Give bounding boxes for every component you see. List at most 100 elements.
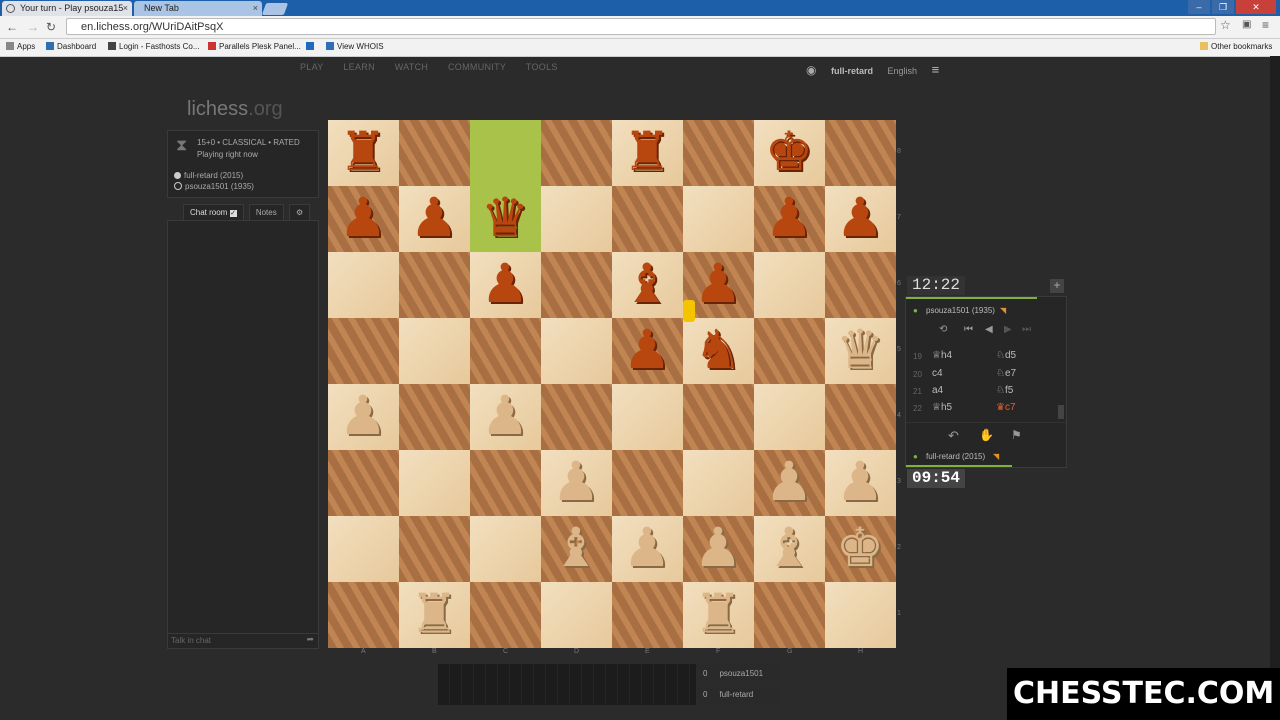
bookmark-fasthosts[interactable]: Login - Fasthosts Co... [108, 42, 199, 51]
extension-icon[interactable]: ▣ [1242, 19, 1251, 30]
black-rook-piece[interactable]: ♜ [622, 124, 672, 180]
bookmark-apps[interactable]: Apps [6, 42, 35, 51]
board-square[interactable] [683, 120, 754, 186]
board-square[interactable] [754, 252, 825, 318]
board-square[interactable] [754, 318, 825, 384]
board-square[interactable] [541, 384, 612, 450]
nav-tools[interactable]: TOOLS [526, 62, 558, 72]
palette-icon[interactable]: ◉ [806, 63, 816, 77]
white-rook-piece[interactable]: ♜ [693, 586, 743, 642]
black-pawn-piece[interactable]: ♟ [622, 322, 672, 378]
board-square[interactable] [328, 516, 399, 582]
tab-new-tab[interactable]: New Tab × [134, 1, 262, 16]
board-square[interactable] [825, 582, 896, 648]
first-move-icon[interactable]: ⏮ [964, 324, 973, 335]
nav-watch[interactable]: WATCH [395, 62, 429, 72]
board-square[interactable] [328, 450, 399, 516]
language-link[interactable]: English [888, 66, 918, 76]
chat-input[interactable]: Talk in chat ➦ [168, 633, 318, 648]
black-pawn-piece[interactable]: ♟ [338, 190, 388, 246]
white-pawn-piece[interactable]: ♟ [338, 388, 388, 444]
board-square[interactable] [541, 582, 612, 648]
board-square[interactable] [541, 186, 612, 252]
board-square[interactable] [470, 120, 541, 186]
player-black[interactable]: psouza1501 (1935) [174, 182, 254, 191]
board-square[interactable] [612, 384, 683, 450]
board-square[interactable] [612, 450, 683, 516]
url-field[interactable]: en.lichess.org/WUriDAitPsqX [66, 18, 1216, 35]
white-queen-piece[interactable]: ♛ [835, 322, 885, 378]
move-row[interactable]: 20 c4 ♘e7 [906, 366, 1056, 383]
board-square[interactable] [683, 450, 754, 516]
move-list-scrollbar[interactable] [1058, 405, 1064, 419]
restore-icon[interactable]: ❐ [1212, 0, 1234, 14]
board-square[interactable] [541, 120, 612, 186]
board-square[interactable] [754, 384, 825, 450]
player-white[interactable]: full-retard (2015) [174, 171, 243, 180]
checkbox-icon[interactable]: ✓ [229, 210, 237, 217]
resign-flag-icon[interactable]: ⚑ [1011, 428, 1022, 442]
black-pawn-piece[interactable]: ♟ [480, 256, 530, 312]
player-name[interactable]: full-retard (2015) [926, 452, 985, 461]
white-bishop-piece[interactable]: ♝ [764, 520, 814, 576]
prev-move-icon[interactable]: ◀ [985, 324, 993, 335]
chess-board[interactable]: ♜ ♜ ♚ ♟ ♟ ♛ ♟ ♟ ♟ ♝ ♟ ♟ ♞ ♛ ♟ ♟ ♟ ♟ ♟ ♝ ♟ ♟ ♝ ♚ ♜ ♜ [328, 120, 896, 648]
board-square[interactable] [612, 186, 683, 252]
menu-icon[interactable]: ≡ [1262, 18, 1269, 32]
nav-learn[interactable]: LEARN [343, 62, 375, 72]
takeback-icon[interactable]: ↶ [948, 428, 959, 444]
board-square[interactable] [754, 582, 825, 648]
black-pawn-piece[interactable]: ♟ [835, 190, 885, 246]
board-square[interactable] [399, 384, 470, 450]
white-king-piece[interactable]: ♚ [835, 520, 885, 576]
last-move-icon[interactable]: ⏭ [1022, 324, 1031, 335]
black-king-piece[interactable]: ♚ [764, 124, 814, 180]
new-tab-button[interactable] [261, 3, 289, 15]
board-square[interactable] [683, 384, 754, 450]
board-square[interactable] [470, 516, 541, 582]
white-pawn-piece[interactable]: ♟ [551, 454, 601, 510]
username-link[interactable]: full-retard [831, 66, 873, 76]
bookmark-star-icon[interactable]: ☆ [1220, 18, 1231, 32]
board-square[interactable] [470, 582, 541, 648]
white-pawn-piece[interactable]: ♟ [764, 454, 814, 510]
page-scrollbar[interactable] [1270, 56, 1280, 720]
white-pawn-piece[interactable]: ♟ [835, 454, 885, 510]
board-square[interactable] [683, 186, 754, 252]
bookmark-outlook[interactable] [306, 42, 317, 51]
board-square[interactable] [470, 318, 541, 384]
close-tab-icon[interactable]: × [253, 1, 258, 16]
forward-arrow-icon[interactable]: → [27, 20, 39, 34]
move-row[interactable]: 19 ♕h4 ♘d5 [906, 348, 1056, 365]
board-square[interactable] [399, 120, 470, 186]
move-row[interactable]: 22 ♕h5 ♛c7 [906, 400, 1056, 417]
board-square[interactable] [399, 318, 470, 384]
chat-settings-gear-icon[interactable]: ⚙ [288, 204, 311, 220]
board-square[interactable] [541, 252, 612, 318]
next-move-icon[interactable]: ▶ [1004, 324, 1012, 335]
move-row[interactable]: 21 a4 ♘f5 [906, 383, 1056, 400]
board-square[interactable] [470, 450, 541, 516]
bookmark-whois[interactable]: View WHOIS [326, 42, 384, 51]
site-logo[interactable]: lichess.org [187, 98, 283, 121]
board-square[interactable] [825, 120, 896, 186]
white-rook-piece[interactable]: ♜ [409, 586, 459, 642]
add-time-plus-icon[interactable]: + [1050, 279, 1064, 293]
black-pawn-piece[interactable]: ♟ [693, 256, 743, 312]
flip-board-icon[interactable]: ⟲ [939, 324, 947, 335]
send-arrow-icon[interactable]: ➦ [306, 634, 314, 645]
offer-draw-hand-icon[interactable]: ✋ [979, 428, 994, 442]
minimize-icon[interactable]: – [1188, 0, 1210, 14]
black-pawn-piece[interactable]: ♟ [409, 190, 459, 246]
bookmark-dashboard[interactable]: Dashboard [46, 42, 96, 51]
white-pawn-piece[interactable]: ♟ [622, 520, 672, 576]
nav-play[interactable]: PLAY [300, 62, 324, 72]
close-window-icon[interactable]: ✕ [1236, 0, 1276, 14]
board-square[interactable] [612, 582, 683, 648]
tab-lichess[interactable]: Your turn - Play psouza15 × [2, 1, 132, 16]
move-list[interactable]: 19 ♕h4 ♘d5 20 c4 ♘e7 21 a4 ♘f5 22 ♕h5 ♛c7 [906, 339, 1058, 419]
hamburger-menu-icon[interactable]: ≡ [932, 62, 940, 77]
opponent-name[interactable]: psouza1501 (1935) [926, 306, 995, 315]
black-rook-piece[interactable]: ♜ [338, 124, 388, 180]
white-bishop-piece[interactable]: ♝ [551, 520, 601, 576]
